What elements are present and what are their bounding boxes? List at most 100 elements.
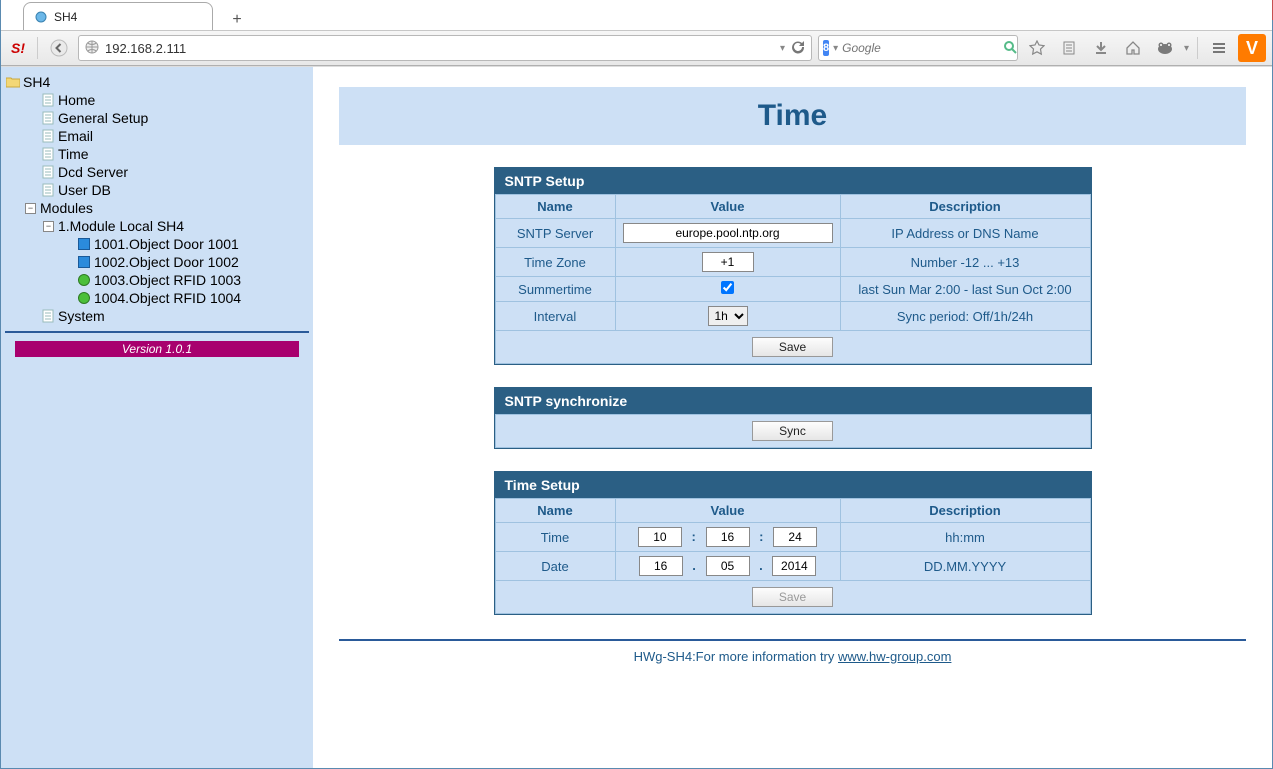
tree-item-label: 1.Module Local SH4 (58, 217, 184, 235)
bookmarks-list-icon[interactable] (1056, 35, 1082, 61)
url-history-dropdown-icon[interactable]: ▾ (780, 43, 785, 54)
summertime-label: Summertime (495, 277, 615, 302)
footer-divider (339, 639, 1246, 641)
summertime-checkbox[interactable] (721, 281, 734, 294)
bookmark-star-icon[interactable] (1024, 35, 1050, 61)
time-mm-input[interactable] (706, 527, 750, 547)
home-icon[interactable] (1120, 35, 1146, 61)
search-icon[interactable] (1003, 40, 1017, 57)
tree-item-label: User DB (58, 181, 111, 199)
tree-item-label: 1002.Object Door 1002 (94, 253, 239, 271)
footer-link[interactable]: www.hw-group.com (838, 649, 951, 664)
addon-orange-icon[interactable]: V (1238, 34, 1266, 62)
version-badge: Version 1.0.1 (15, 341, 299, 357)
separator (1197, 37, 1198, 59)
tree-item[interactable]: System (23, 307, 309, 325)
sntp-server-input[interactable] (623, 223, 833, 243)
folder-icon (5, 75, 21, 89)
url-bar[interactable]: ▾ (78, 35, 812, 61)
summertime-desc: last Sun Mar 2:00 - last Sun Oct 2:00 (840, 277, 1090, 302)
tree-item[interactable]: Home (23, 91, 309, 109)
tree-item[interactable]: Email (23, 127, 309, 145)
door-icon (76, 237, 92, 251)
tree-item[interactable]: Time (23, 145, 309, 163)
rfid-icon (76, 291, 92, 305)
page-title-box: Time (339, 87, 1246, 145)
tab-title: SH4 (54, 10, 77, 24)
date-sep: . (753, 558, 769, 573)
sntp-sync-panel: SNTP synchronize Sync (494, 387, 1092, 449)
back-button[interactable] (46, 35, 72, 61)
date-desc: DD.MM.YYYY (840, 552, 1090, 581)
sidebar-divider (5, 331, 309, 333)
tree-item[interactable]: 1002.Object Door 1002 (59, 253, 309, 271)
date-yy-input[interactable] (772, 556, 816, 576)
tree-root[interactable]: SH4 (5, 73, 309, 91)
sntp-setup-panel: SNTP Setup Name Value Description SNTP S… (494, 167, 1092, 365)
tree-modules[interactable]: −Modules (23, 199, 309, 217)
tree-item[interactable]: 1003.Object RFID 1003 (59, 271, 309, 289)
date-mm-input[interactable] (706, 556, 750, 576)
search-bar[interactable]: 8 ▾ (818, 35, 1018, 61)
tab-favicon-icon (34, 10, 48, 24)
browser-tabstrip: SH4 + (1, 0, 1272, 30)
time-hh-input[interactable] (638, 527, 682, 547)
sntp-server-desc: IP Address or DNS Name (840, 219, 1090, 248)
time-save-button[interactable]: Save (752, 587, 833, 607)
timezone-label: Time Zone (495, 248, 615, 277)
tree-toggle-icon[interactable]: − (43, 221, 54, 232)
search-engine-icon[interactable]: 8 (823, 40, 829, 56)
tree-item-label: 1004.Object RFID 1004 (94, 289, 241, 307)
sync-button[interactable]: Sync (752, 421, 833, 441)
time-setup-panel: Time Setup Name Value Description Time : (494, 471, 1092, 615)
globe-icon (85, 40, 99, 57)
tree-item[interactable]: General Setup (23, 109, 309, 127)
page-icon (40, 183, 56, 197)
addon-frog-icon[interactable] (1152, 35, 1178, 61)
tree-item-label: Home (58, 91, 95, 109)
addon-dropdown-icon[interactable]: ▾ (1184, 43, 1189, 54)
sntp-save-button[interactable]: Save (752, 337, 833, 357)
col-name: Name (495, 195, 615, 219)
time-sep: : (686, 529, 702, 544)
time-sep: : (753, 529, 769, 544)
tree-item-label: General Setup (58, 109, 148, 127)
reload-button[interactable] (791, 40, 805, 57)
browser-toolbar: S! ▾ 8 ▾ (1, 30, 1272, 66)
timezone-desc: Number -12 ... +13 (840, 248, 1090, 277)
tree-item[interactable]: Dcd Server (23, 163, 309, 181)
page-icon (40, 309, 56, 323)
date-label: Date (495, 552, 615, 581)
tree-item-label: System (58, 307, 105, 325)
addon-sot-icon[interactable]: S! (7, 37, 29, 59)
menu-icon[interactable] (1206, 35, 1232, 61)
tree-item-label: 1003.Object RFID 1003 (94, 271, 241, 289)
tree-toggle-icon[interactable]: − (25, 203, 36, 214)
separator (37, 37, 38, 59)
footer-text: HWg-SH4:For more information try www.hw-… (339, 649, 1246, 664)
new-tab-button[interactable]: + (225, 10, 249, 30)
date-dd-input[interactable] (639, 556, 683, 576)
interval-label: Interval (495, 302, 615, 331)
footer-prefix: HWg-SH4:For more information try (634, 649, 838, 664)
tree-item[interactable]: User DB (23, 181, 309, 199)
search-input[interactable] (842, 41, 999, 55)
timezone-input[interactable] (702, 252, 754, 272)
tree-item[interactable]: 1004.Object RFID 1004 (59, 289, 309, 307)
time-ss-input[interactable] (773, 527, 817, 547)
tree-module-group[interactable]: −1.Module Local SH4 (41, 217, 309, 235)
downloads-icon[interactable] (1088, 35, 1114, 61)
url-input[interactable] (105, 41, 774, 56)
sntp-sync-heading: SNTP synchronize (495, 388, 1091, 414)
sntp-server-label: SNTP Server (495, 219, 615, 248)
rfid-icon (76, 273, 92, 287)
tree-item[interactable]: 1001.Object Door 1001 (59, 235, 309, 253)
search-engine-dropdown-icon[interactable]: ▾ (833, 43, 838, 54)
page-icon (40, 111, 56, 125)
time-setup-heading: Time Setup (495, 472, 1091, 498)
browser-tab[interactable]: SH4 (23, 2, 213, 30)
page-title: Time (351, 99, 1234, 133)
time-desc: hh:mm (840, 523, 1090, 552)
interval-select[interactable]: 1h (708, 306, 748, 326)
date-sep: . (686, 558, 702, 573)
